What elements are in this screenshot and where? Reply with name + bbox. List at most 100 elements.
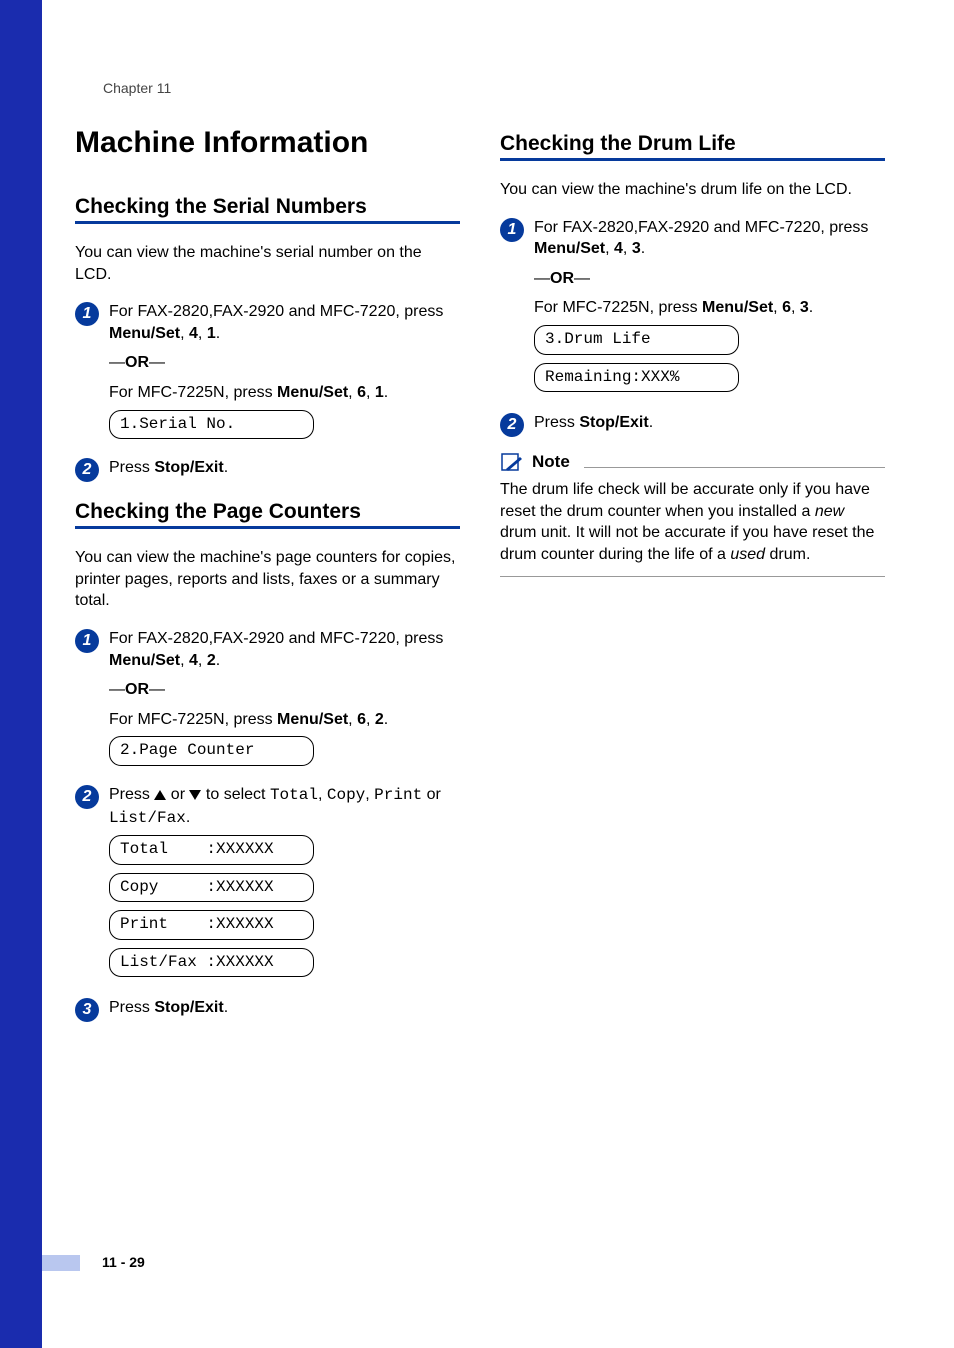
menu-set-label: Menu/Set <box>277 711 348 728</box>
text: , <box>180 652 189 669</box>
key-2: 2 <box>375 711 384 728</box>
step-badge-1: 1 <box>500 218 524 242</box>
text: . <box>224 459 228 476</box>
option-copy: Copy <box>327 786 365 804</box>
note-close-rule <box>500 576 885 577</box>
step-badge-2: 2 <box>75 785 99 809</box>
heading-drum-life: Checking the Drum Life <box>500 132 885 156</box>
note-new-italic: new <box>815 503 844 520</box>
right-column: Checking the Drum Life You can view the … <box>500 126 885 1034</box>
menu-set-label: Menu/Set <box>277 384 348 401</box>
drum-step-1: 1 For FAX-2820,FAX-2920 and MFC-7220, pr… <box>500 217 885 401</box>
page-corner-accent <box>42 1255 80 1271</box>
key-6: 6 <box>357 384 366 401</box>
text: , <box>366 711 375 728</box>
text: . <box>649 414 653 431</box>
key-4: 4 <box>189 652 198 669</box>
menu-set-label: Menu/Set <box>702 299 773 316</box>
serial-step-2: 2 Press Stop/Exit. <box>75 457 460 482</box>
text: , <box>180 325 189 342</box>
key-4: 4 <box>614 240 623 257</box>
text: , <box>348 384 357 401</box>
heading-underline <box>75 221 460 224</box>
up-arrow-icon <box>154 790 166 800</box>
stop-exit-label: Stop/Exit <box>579 414 648 431</box>
page-title: Machine Information <box>75 126 460 160</box>
lcd-display-pagecounter: 2.Page Counter <box>109 736 314 766</box>
text: Press <box>534 414 579 431</box>
step-badge-2: 2 <box>75 458 99 482</box>
text: . <box>186 809 190 826</box>
heading-page-counters: Checking the Page Counters <box>75 500 460 524</box>
note-rule <box>584 467 885 468</box>
key-1: 1 <box>207 325 216 342</box>
step-badge-1: 1 <box>75 629 99 653</box>
intro-serial: You can view the machine's serial number… <box>75 242 460 285</box>
stop-exit-label: Stop/Exit <box>154 459 223 476</box>
drum-step-2-content: Press Stop/Exit. <box>534 412 885 434</box>
text: . <box>641 240 645 257</box>
heading-serial-numbers: Checking the Serial Numbers <box>75 195 460 219</box>
two-column-layout: Machine Information Checking the Serial … <box>75 126 885 1034</box>
key-6: 6 <box>782 299 791 316</box>
heading-underline <box>500 158 885 161</box>
text: For MFC-7225N, press <box>109 384 277 401</box>
counter-step-3: 3 Press Stop/Exit. <box>75 997 460 1022</box>
key-3: 3 <box>632 240 641 257</box>
text: , <box>198 652 207 669</box>
serial-step-1: 1 For FAX-2820,FAX-2920 and MFC-7220, pr… <box>75 301 460 445</box>
text: Press <box>109 786 154 803</box>
text: For MFC-7225N, press <box>109 711 277 728</box>
text: , <box>366 384 375 401</box>
key-4: 4 <box>189 325 198 342</box>
text: to select <box>201 786 269 803</box>
text: or <box>422 786 441 803</box>
drum-step-2: 2 Press Stop/Exit. <box>500 412 885 437</box>
text: , <box>773 299 782 316</box>
text: , <box>318 786 327 803</box>
lcd-remaining: Remaining:XXX% <box>534 363 739 393</box>
lcd-print: Print :XXXXXX <box>109 910 314 940</box>
text: For MFC-7225N, press <box>534 299 702 316</box>
menu-set-label: Menu/Set <box>534 240 605 257</box>
lcd-copy: Copy :XXXXXX <box>109 873 314 903</box>
option-print: Print <box>374 786 422 804</box>
key-1: 1 <box>375 384 384 401</box>
page-number: 11 - 29 <box>102 1254 145 1270</box>
text: . <box>809 299 813 316</box>
left-column: Machine Information Checking the Serial … <box>75 126 460 1034</box>
lcd-total: Total :XXXXXX <box>109 835 314 865</box>
intro-page-counters: You can view the machine's page counters… <box>75 547 460 612</box>
down-arrow-icon <box>189 790 201 800</box>
or-label: OR <box>125 354 149 371</box>
key-6: 6 <box>357 711 366 728</box>
text: , <box>365 786 374 803</box>
text: For FAX-2820,FAX-2920 and MFC-7220, pres… <box>534 219 868 236</box>
option-total: Total <box>270 786 318 804</box>
menu-set-label: Menu/Set <box>109 325 180 342</box>
counter-step-3-content: Press Stop/Exit. <box>109 997 460 1019</box>
text: , <box>605 240 614 257</box>
text: drum unit. It will not be accurate if yo… <box>500 524 874 563</box>
note-body: The drum life check will be accurate onl… <box>500 479 885 565</box>
intro-drum: You can view the machine's drum life on … <box>500 179 885 201</box>
text: , <box>198 325 207 342</box>
counter-step-1-content: For FAX-2820,FAX-2920 and MFC-7220, pres… <box>109 628 460 772</box>
note-used-italic: used <box>730 546 765 563</box>
left-blue-bar <box>0 0 42 1348</box>
text: . <box>216 652 220 669</box>
text: drum. <box>765 546 810 563</box>
lcd-listfax: List/Fax :XXXXXX <box>109 948 314 978</box>
option-listfax: List/Fax <box>109 809 186 827</box>
text: . <box>224 999 228 1016</box>
or-label: OR <box>125 681 149 698</box>
text: . <box>384 384 388 401</box>
drum-step-1-content: For FAX-2820,FAX-2920 and MFC-7220, pres… <box>534 217 885 401</box>
text: Press <box>109 459 154 476</box>
lcd-drum-life: 3.Drum Life <box>534 325 739 355</box>
note-title: Note <box>532 452 570 472</box>
key-2: 2 <box>207 652 216 669</box>
serial-step-1-content: For FAX-2820,FAX-2920 and MFC-7220, pres… <box>109 301 460 445</box>
key-3: 3 <box>800 299 809 316</box>
lcd-display-serial: 1.Serial No. <box>109 410 314 440</box>
